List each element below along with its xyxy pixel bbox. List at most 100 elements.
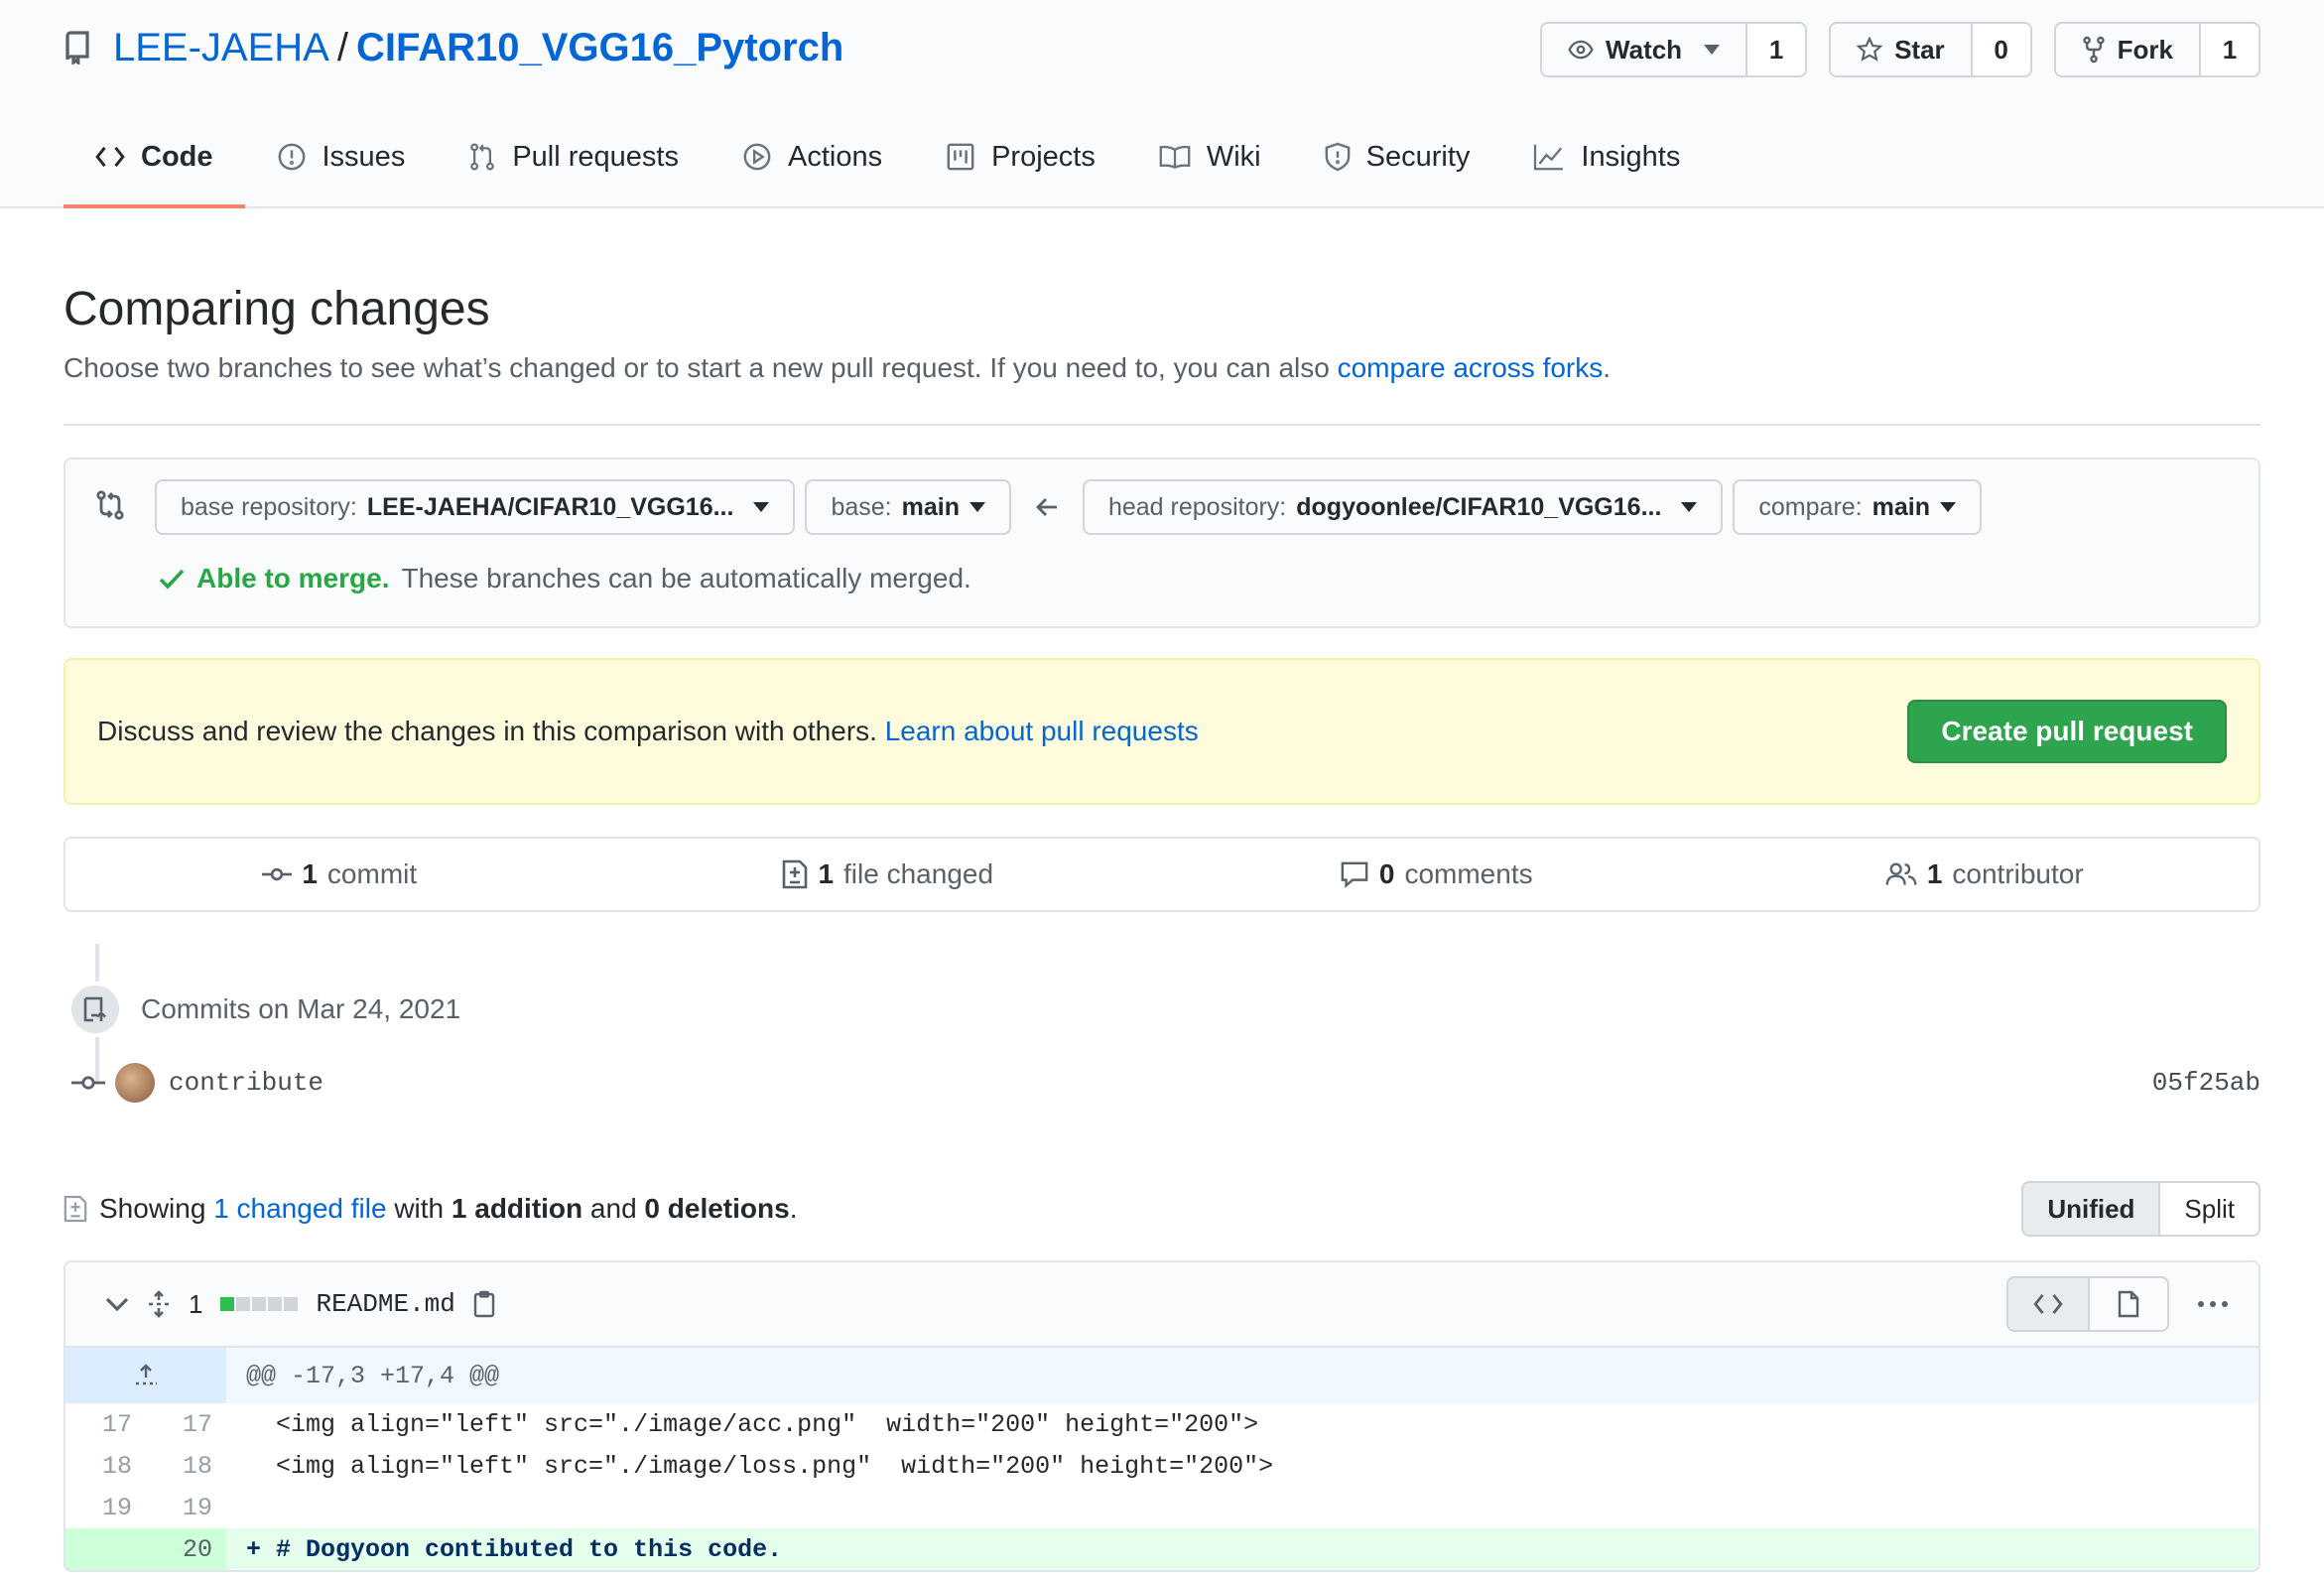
repo-icon <box>64 31 91 65</box>
old-line-number[interactable]: 19 <box>65 1487 146 1528</box>
repo-tabs: Code Issues Pull requests Actions Projec… <box>64 109 1712 208</box>
file-header: 1 README.md <box>65 1262 2259 1348</box>
watch-label: Watch <box>1606 34 1683 65</box>
contributors-count: 1 <box>1926 858 1943 889</box>
learn-about-pr-link[interactable]: Learn about pull requests <box>885 716 1199 746</box>
diff-line: 18 18 <img align="left" src="./image/los… <box>65 1445 2259 1487</box>
description-end: . <box>1603 352 1612 383</box>
summary-commits[interactable]: 1 commit <box>65 858 614 890</box>
clipboard-icon[interactable] <box>473 1290 495 1318</box>
commit-icon <box>262 866 293 882</box>
diff-line: 17 17 <img align="left" src="./image/acc… <box>65 1403 2259 1445</box>
changed-files-link[interactable]: 1 changed file <box>213 1193 386 1224</box>
new-line-number[interactable]: 20 <box>146 1528 226 1570</box>
base-repository-value: LEE-JAEHA/CIFAR10_VGG16... <box>366 492 734 521</box>
star-count[interactable]: 0 <box>1970 24 2030 75</box>
diff-line-addition: 20 + # Dogyoon contibuted to this code. <box>65 1528 2259 1570</box>
head-repository-select[interactable]: head repository: dogyoonlee/CIFAR10_VGG1… <box>1082 479 1724 535</box>
project-icon <box>946 142 975 172</box>
deletions-text: 0 deletions <box>644 1193 790 1224</box>
summary-comments[interactable]: 0 comments <box>1162 858 1711 890</box>
fork-count[interactable]: 1 <box>2199 24 2259 75</box>
expand-up-icon <box>65 1364 226 1387</box>
expand-up-button[interactable] <box>65 1348 226 1403</box>
files-summary-bar: Showing 1 changed file with 1 addition a… <box>64 1181 2260 1237</box>
file-diff-icon <box>64 1195 87 1223</box>
old-line-number[interactable]: 18 <box>65 1445 146 1487</box>
summary-files[interactable]: 1 file changed <box>614 858 1163 890</box>
compare-branch-label: compare: <box>1758 492 1863 521</box>
old-line-number[interactable] <box>65 1528 146 1570</box>
star-icon <box>1857 37 1883 63</box>
diff-view-toggle: Unified Split <box>2021 1181 2260 1237</box>
watch-count[interactable]: 1 <box>1745 24 1806 75</box>
diffstat-block-neutral <box>252 1297 267 1311</box>
diffstat-block-neutral <box>236 1297 251 1311</box>
source-diff-button[interactable] <box>2008 1278 2088 1330</box>
tab-actions[interactable]: Actions <box>710 109 914 208</box>
commits-count: 1 <box>302 858 318 889</box>
file-tools <box>2006 1276 2229 1332</box>
chevron-down-icon[interactable] <box>105 1296 129 1312</box>
file-diff-icon <box>782 859 808 889</box>
new-line-number[interactable]: 18 <box>146 1445 226 1487</box>
file-diff: 1 README.md @@ -17,3 +17,4 @@ 17 17 <img… <box>64 1260 2260 1572</box>
line-code: + # Dogyoon contibuted to this code. <box>226 1528 2259 1570</box>
tab-label: Security <box>1365 140 1471 173</box>
compare-across-forks-link[interactable]: compare across forks <box>1338 352 1604 383</box>
split-view-button[interactable]: Split <box>2158 1183 2259 1235</box>
changes-count: 1 <box>189 1288 203 1319</box>
book-icon <box>1159 144 1191 170</box>
base-repository-label: base repository: <box>181 492 357 521</box>
repo-name-link[interactable]: CIFAR10_VGG16_Pytorch <box>356 26 843 70</box>
tab-wiki[interactable]: Wiki <box>1127 109 1293 208</box>
diff-line: 19 19 <box>65 1487 2259 1528</box>
banner-text-wrap: Discuss and review the changes in this c… <box>97 716 1199 747</box>
commit-sha-link[interactable]: 05f25ab <box>2152 1068 2260 1098</box>
tab-code[interactable]: Code <box>64 109 245 208</box>
old-line-number[interactable]: 17 <box>65 1403 146 1445</box>
showing-text: Showing <box>99 1193 206 1224</box>
summary-contributors[interactable]: 1 contributor <box>1711 858 2259 890</box>
file-name[interactable]: README.md <box>316 1289 454 1319</box>
comments-count: 0 <box>1378 858 1395 889</box>
base-repository-select[interactable]: base repository: LEE-JAEHA/CIFAR10_VGG16… <box>155 479 796 535</box>
tab-issues[interactable]: Issues <box>245 109 438 208</box>
tab-label: Code <box>141 140 213 173</box>
files-summary-text: Showing 1 changed file with 1 addition a… <box>99 1193 797 1225</box>
files-count: 1 <box>818 858 835 889</box>
avatar[interactable] <box>115 1063 155 1103</box>
banner-text: Discuss and review the changes in this c… <box>97 716 877 746</box>
hunk-header-row: @@ -17,3 +17,4 @@ <box>65 1348 2259 1403</box>
new-line-number[interactable]: 17 <box>146 1403 226 1445</box>
commits-date-heading: Commits on Mar 24, 2021 <box>67 982 460 1037</box>
create-pull-request-button[interactable]: Create pull request <box>1907 700 2227 763</box>
fork-button[interactable]: Fork <box>2056 24 2199 75</box>
diffstat-bar <box>220 1297 299 1311</box>
range-editor: base repository: LEE-JAEHA/CIFAR10_VGG16… <box>64 458 2260 628</box>
rich-diff-button[interactable] <box>2088 1278 2167 1330</box>
tab-projects[interactable]: Projects <box>914 109 1127 208</box>
tab-pull-requests[interactable]: Pull requests <box>437 109 710 208</box>
watch-button-group: Watch 1 <box>1540 22 1808 77</box>
kebab-horizontal-icon[interactable] <box>2197 1300 2229 1308</box>
tab-label: Pull requests <box>512 140 679 173</box>
expand-all-icon[interactable] <box>147 1290 171 1318</box>
shield-icon <box>1325 142 1351 172</box>
base-branch-value: main <box>901 492 960 521</box>
issue-icon <box>277 142 307 172</box>
watch-button[interactable]: Watch <box>1542 24 1745 75</box>
star-button[interactable]: Star <box>1831 24 1971 75</box>
tab-security[interactable]: Security <box>1293 109 1502 208</box>
tab-insights[interactable]: Insights <box>1501 109 1712 208</box>
description-text: Choose two branches to see what’s change… <box>64 352 1338 383</box>
repo-owner-link[interactable]: LEE-JAEHA <box>113 26 329 70</box>
unified-view-button[interactable]: Unified <box>2023 1183 2159 1235</box>
compare-branch-select[interactable]: compare: main <box>1733 479 1982 535</box>
play-icon <box>742 142 772 172</box>
repo-title: LEE-JAEHA / CIFAR10_VGG16_Pytorch <box>64 22 843 73</box>
line-code: <img align="left" src="./image/acc.png" … <box>246 1409 1259 1439</box>
base-branch-select[interactable]: base: main <box>805 479 1011 535</box>
new-line-number[interactable]: 19 <box>146 1487 226 1528</box>
commit-message-link[interactable]: contribute <box>169 1068 323 1098</box>
